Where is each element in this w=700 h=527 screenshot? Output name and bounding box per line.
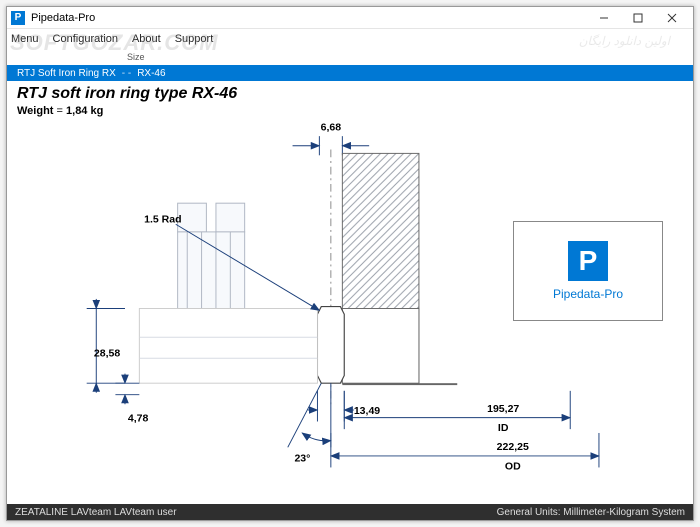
window-controls <box>587 7 689 29</box>
app-window: P Pipedata-Pro Menu Configuration About … <box>6 6 694 521</box>
dim-angle: 23° <box>294 453 310 465</box>
menu-bar: Menu Configuration About Support <box>7 29 693 49</box>
menu-item-menu[interactable]: Menu <box>11 33 39 45</box>
dim-radius-note: 1.5 Rad <box>144 213 181 225</box>
window-title: Pipedata-Pro <box>31 12 95 24</box>
dim-bottom-small: 13,49 <box>354 405 380 417</box>
breadcrumb-separator: - - <box>122 68 131 79</box>
dim-left-small: 4,78 <box>128 412 149 424</box>
menu-item-about[interactable]: About <box>132 33 161 45</box>
page-title: RTJ soft iron ring type RX-46 <box>17 85 237 103</box>
app-icon-letter: P <box>15 12 22 23</box>
dim-top-width: 6,68 <box>321 121 342 133</box>
close-button[interactable] <box>655 7 689 29</box>
breadcrumb-item[interactable]: RX-46 <box>137 68 165 79</box>
dim-id-label: ID <box>498 422 509 434</box>
status-bar: ZEATALINE LAVteam LAVteam user General U… <box>7 504 693 520</box>
app-icon: P <box>11 11 25 25</box>
title-bar: P Pipedata-Pro <box>7 7 693 29</box>
dim-od-value: 222,25 <box>497 441 529 453</box>
dim-id-value: 195,27 <box>487 403 519 415</box>
breadcrumb: RTJ Soft Iron Ring RX - - RX-46 <box>7 65 693 81</box>
size-label: Size <box>127 52 145 62</box>
maximize-button[interactable] <box>621 7 655 29</box>
status-left: ZEATALINE LAVteam LAVteam user <box>15 507 177 518</box>
weight-line: Weight = 1,84 kg <box>17 105 103 117</box>
dim-left-height: 28,58 <box>94 347 120 359</box>
status-right: General Units: Millimeter-Kilogram Syste… <box>497 507 685 518</box>
breadcrumb-group[interactable]: RTJ Soft Iron Ring RX <box>17 68 116 79</box>
logo-panel: P Pipedata-Pro <box>513 221 663 321</box>
dim-od-label: OD <box>505 460 521 472</box>
menu-item-support[interactable]: Support <box>175 33 214 45</box>
logo-label: Pipedata-Pro <box>553 287 623 301</box>
minimize-button[interactable] <box>587 7 621 29</box>
menu-item-configuration[interactable]: Configuration <box>53 33 118 45</box>
main-content: RTJ soft iron ring type RX-46 Weight = 1… <box>7 81 693 504</box>
logo-icon: P <box>568 241 608 281</box>
size-bar: Size <box>7 49 693 65</box>
